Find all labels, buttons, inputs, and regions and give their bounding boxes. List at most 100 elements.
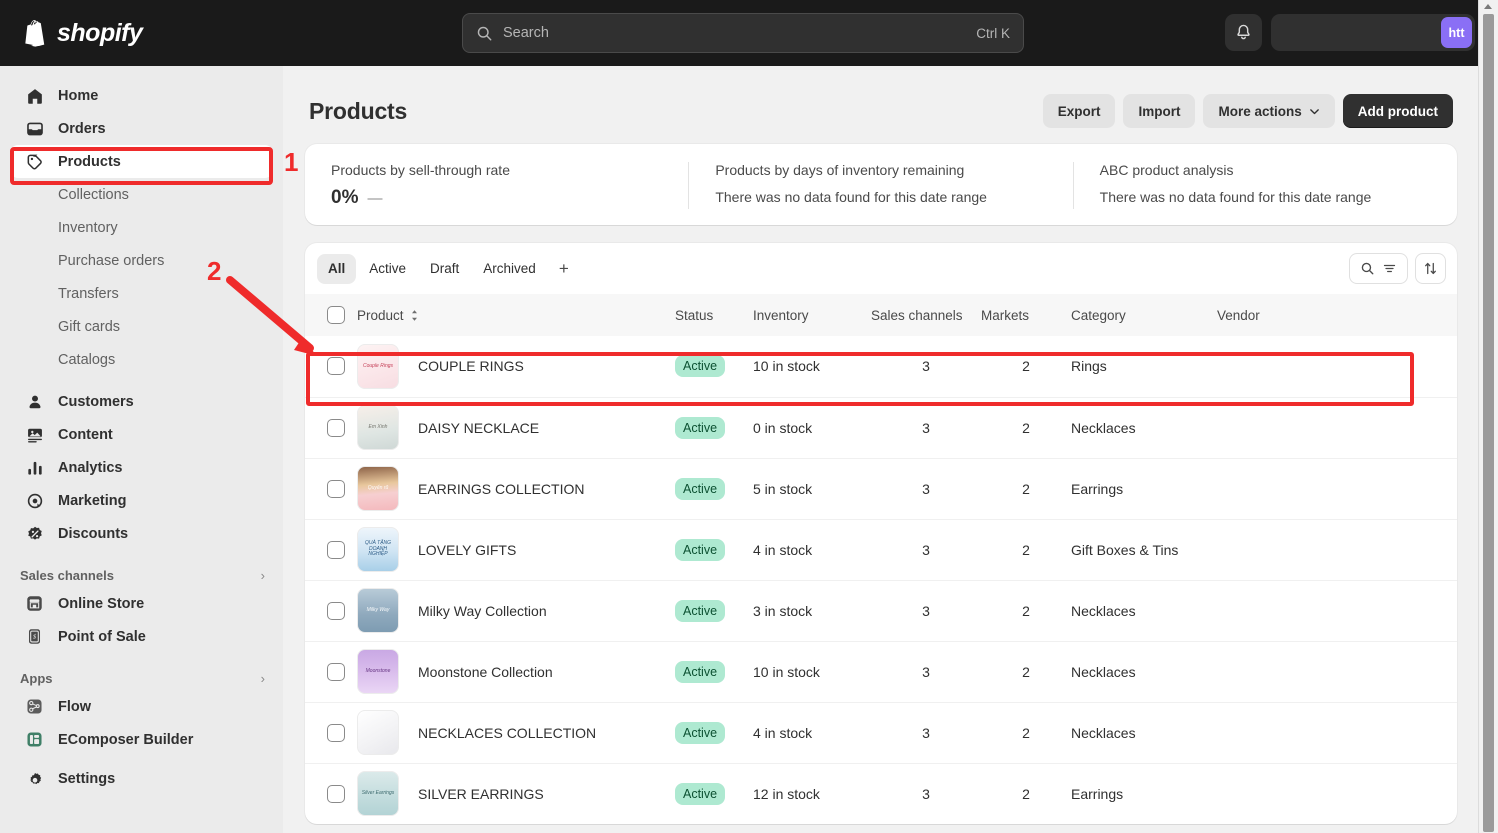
table-row[interactable]: QUÀ TẶNG DOANH NGHIỆP LOVELY GIFTS Active 4… (305, 518, 1457, 580)
table-row[interactable]: NECKLACES COLLECTION Active 4 in stock 3 2 Ne… (305, 701, 1457, 763)
table-row[interactable]: Couple Rings COUPLE RINGS Active 10 in stoc… (305, 336, 1457, 397)
sidebar-section-sales-channels[interactable]: Sales channels › (20, 568, 265, 583)
product-cell[interactable]: Em Xinh DAISY NECKLACE (357, 396, 675, 458)
browser-scrollbar[interactable] (1478, 0, 1498, 833)
table-row[interactable]: Moonstone Moonstone Collection Active 10 in… (305, 640, 1457, 702)
chevron-right-icon: › (260, 671, 265, 686)
column-markets[interactable]: Markets (981, 294, 1071, 336)
sidebar-item-home[interactable]: Home (10, 79, 273, 112)
vendor-cell (1217, 579, 1457, 641)
avatar: htt (1441, 17, 1472, 48)
sidebar-subitem-label: Inventory (58, 219, 118, 236)
sidebar-item-gift-cards[interactable]: Gift cards (10, 310, 273, 343)
shopify-logo[interactable]: shopify (22, 19, 143, 48)
add-view-button[interactable]: + (549, 254, 579, 284)
export-button[interactable]: Export (1042, 94, 1116, 128)
column-vendor[interactable]: Vendor (1217, 294, 1457, 336)
row-checkbox[interactable] (327, 601, 345, 620)
sales-channels-cell: 3 (871, 579, 981, 641)
table-row[interactable]: Quyến rũ EARRINGS COLLECTION Active 5 in st… (305, 457, 1457, 519)
sales-channels-cell: 3 (871, 518, 981, 580)
sidebar-item-marketing[interactable]: Marketing (10, 484, 273, 517)
product-cell[interactable]: Moonstone Moonstone Collection (357, 640, 675, 702)
sidebar-item-label: Discounts (58, 525, 129, 542)
column-inventory[interactable]: Inventory (753, 294, 871, 336)
sidebar-item-analytics[interactable]: Analytics (10, 451, 273, 484)
product-cell[interactable]: NECKLACES COLLECTION (357, 701, 675, 763)
table-header-row: Product Status Inventory Sales channels … (305, 294, 1457, 336)
tab-active[interactable]: Active (358, 254, 417, 284)
table-row[interactable]: Em Xinh DAISY NECKLACE Active 0 in stock 3 2 N… (305, 396, 1457, 458)
product-thumbnail: QUÀ TẶNG DOANH NGHIỆP (357, 527, 399, 572)
sidebar-item-flow[interactable]: Flow (10, 690, 273, 723)
sidebar-item-point-of-sale[interactable]: $ Point of Sale (10, 620, 273, 653)
insight-abc-analysis[interactable]: ABC product analysis There was no data f… (1072, 162, 1457, 209)
products-table: Product Status Inventory Sales channels … (305, 294, 1457, 824)
select-all-checkbox[interactable] (327, 306, 345, 324)
column-product[interactable]: Product (357, 294, 675, 336)
scrollbar-thumb[interactable] (1483, 14, 1494, 832)
table-row[interactable]: Silver Earrings SILVER EARRINGS Active 12 i… (305, 762, 1457, 824)
row-checkbox[interactable] (327, 418, 345, 437)
row-checkbox[interactable] (327, 784, 345, 803)
filter-icon (1383, 264, 1396, 273)
sales-channels-cell: 3 (871, 457, 981, 519)
category-cell: Rings (1071, 358, 1107, 375)
row-checkbox[interactable] (327, 723, 345, 742)
insight-days-of-inventory[interactable]: Products by days of inventory remaining … (688, 162, 1072, 209)
import-button[interactable]: Import (1123, 94, 1196, 128)
sidebar-item-orders[interactable]: Orders (10, 112, 273, 145)
insight-empty-message: There was no data found for this date ra… (715, 189, 987, 205)
product-cell[interactable]: Silver Earrings SILVER EARRINGS (357, 762, 675, 824)
sidebar-section-apps[interactable]: Apps › (20, 671, 265, 686)
store-switcher-button[interactable]: htt (1271, 14, 1475, 51)
column-sales-channels[interactable]: Sales channels (871, 294, 981, 336)
column-category[interactable]: Category (1071, 294, 1217, 336)
tab-all[interactable]: All (317, 253, 357, 284)
sidebar-item-label: EComposer Builder (58, 731, 194, 748)
vendor-cell (1217, 518, 1457, 580)
sales-channels-cell: 3 (871, 762, 981, 824)
product-cell[interactable]: Couple Rings COUPLE RINGS (357, 336, 675, 397)
row-select-cell (305, 762, 357, 824)
sidebar-item-content[interactable]: Content (10, 418, 273, 451)
insight-delta: — (367, 190, 383, 207)
product-cell[interactable]: Milky Way Milky Way Collection (357, 579, 675, 641)
sidebar-item-ecomposer-builder[interactable]: EComposer Builder (10, 723, 273, 756)
scroll-up-arrow-icon[interactable] (1484, 4, 1492, 9)
tab-draft[interactable]: Draft (419, 254, 470, 284)
sidebar-item-products[interactable]: Products (10, 145, 273, 178)
insight-sell-through-rate[interactable]: Products by sell-through rate 0% — (305, 162, 688, 209)
inventory-cell: 4 in stock (753, 518, 871, 580)
table-row[interactable]: Milky Way Milky Way Collection Active 3 in … (305, 579, 1457, 641)
flow-icon (25, 697, 44, 716)
global-search-input[interactable]: Search Ctrl K (462, 13, 1024, 53)
sidebar-item-settings[interactable]: Settings (10, 762, 273, 795)
row-checkbox[interactable] (327, 479, 345, 498)
more-actions-button[interactable]: More actions (1203, 94, 1335, 128)
product-cell[interactable]: QUÀ TẶNG DOANH NGHIỆP LOVELY GIFTS (357, 518, 675, 580)
status-cell: Active (675, 640, 753, 702)
sidebar-item-purchase-orders[interactable]: Purchase orders (10, 244, 273, 277)
search-and-filter-button[interactable] (1349, 253, 1408, 284)
row-checkbox[interactable] (327, 540, 345, 559)
chevron-down-icon (1309, 108, 1319, 114)
row-select-cell (305, 518, 357, 580)
row-checkbox[interactable] (327, 662, 345, 681)
sidebar-item-collections[interactable]: Collections (10, 178, 273, 211)
notifications-button[interactable] (1225, 14, 1262, 51)
sidebar-item-online-store[interactable]: Online Store (10, 587, 273, 620)
product-cell[interactable]: Quyến rũ EARRINGS COLLECTION (357, 457, 675, 519)
add-product-button[interactable]: Add product (1342, 94, 1453, 128)
sort-button[interactable] (1415, 253, 1446, 284)
sidebar-item-transfers[interactable]: Transfers (10, 277, 273, 310)
status-badge: Active (675, 477, 726, 500)
sidebar-item-customers[interactable]: Customers (10, 385, 273, 418)
tab-archived[interactable]: Archived (472, 254, 547, 284)
sidebar-item-catalogs[interactable]: Catalogs (10, 343, 273, 376)
inventory-cell: 10 in stock (753, 640, 871, 702)
sidebar-item-discounts[interactable]: Discounts (10, 517, 273, 550)
row-checkbox[interactable] (327, 357, 345, 376)
column-status[interactable]: Status (675, 294, 753, 336)
sidebar-item-inventory[interactable]: Inventory (10, 211, 273, 244)
